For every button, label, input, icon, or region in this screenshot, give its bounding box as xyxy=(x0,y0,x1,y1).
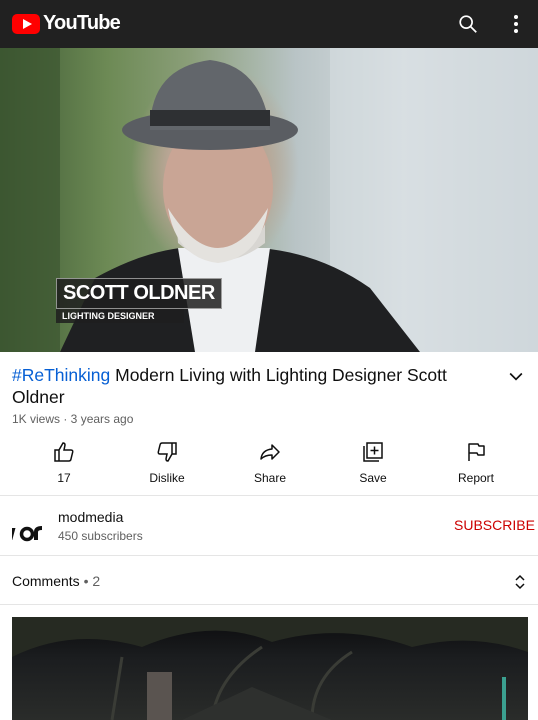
flag-icon xyxy=(468,443,485,461)
action-bar: 17 Dislike Share Save Report xyxy=(0,440,538,490)
save-label: Save xyxy=(359,471,387,485)
save-button[interactable]: Save xyxy=(333,440,413,485)
channel-avatar[interactable] xyxy=(8,526,46,547)
video-title[interactable]: #ReThinking Modern Living with Lighting … xyxy=(12,364,482,408)
comments-separator: • xyxy=(79,573,93,589)
youtube-wordmark: YouTube xyxy=(43,12,121,34)
divider xyxy=(0,555,538,556)
thumb-up-icon xyxy=(54,442,74,462)
chevron-down-icon xyxy=(509,372,523,381)
more-options-button[interactable] xyxy=(504,12,528,36)
video-meta: 1K views · 3 years ago xyxy=(12,412,134,426)
share-button[interactable]: Share xyxy=(230,440,310,485)
report-label: Report xyxy=(457,471,495,485)
channel-name[interactable]: modmedia xyxy=(58,509,123,525)
youtube-play-icon xyxy=(12,13,40,34)
divider xyxy=(0,604,538,605)
search-button[interactable] xyxy=(456,12,480,36)
subscriber-count: 450 subscribers xyxy=(58,529,143,543)
lower-third-role: LIGHTING DESIGNER xyxy=(56,309,184,323)
hashtag-link[interactable]: #ReThinking xyxy=(12,365,110,385)
dislike-label: Dislike xyxy=(149,471,185,485)
save-icon xyxy=(363,442,383,462)
youtube-logo[interactable]: YouTube xyxy=(12,12,121,35)
more-vert-icon xyxy=(514,15,518,33)
thumbnail-image xyxy=(12,617,528,720)
comments-count: 2 xyxy=(92,573,101,589)
comments-header[interactable]: Comments • 2 xyxy=(12,573,100,589)
unfold-icon xyxy=(515,574,525,590)
share-label: Share xyxy=(253,471,287,485)
like-button[interactable]: 17 xyxy=(24,440,104,485)
dislike-button[interactable]: Dislike xyxy=(127,440,207,485)
next-video-thumbnail[interactable] xyxy=(12,617,528,720)
thumb-down-icon xyxy=(157,442,177,462)
video-player[interactable]: SCOTT OLDNER LIGHTING DESIGNER xyxy=(0,48,538,352)
comments-expand-button[interactable] xyxy=(512,572,528,597)
divider xyxy=(0,495,538,496)
lower-third-name: SCOTT OLDNER xyxy=(56,278,222,309)
expand-description-button[interactable] xyxy=(506,366,526,391)
report-button[interactable]: Report xyxy=(436,440,516,485)
like-count: 17 xyxy=(57,471,71,485)
top-app-bar: YouTube xyxy=(0,0,538,48)
search-icon xyxy=(459,15,477,33)
subscribe-button[interactable]: SUBSCRIBE xyxy=(454,517,535,533)
share-icon xyxy=(260,444,280,460)
modmedia-logo-icon xyxy=(8,526,43,542)
comments-label: Comments xyxy=(12,573,80,589)
lower-third: SCOTT OLDNER LIGHTING DESIGNER xyxy=(56,278,222,323)
